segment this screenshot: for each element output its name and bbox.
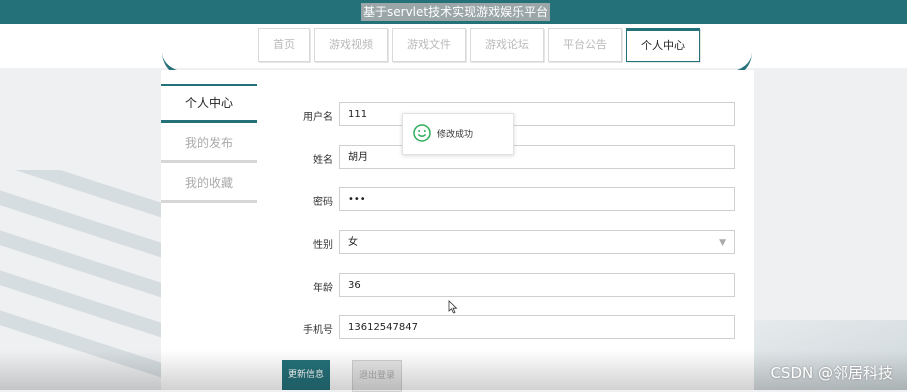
success-toast: 修改成功 [402,113,514,155]
gender-label: 性别 [313,240,333,251]
mouse-cursor-icon [448,300,458,314]
phone-label: 手机号 [303,325,333,336]
phone-field[interactable]: 13612547847 [339,315,735,339]
top-bar: 基于servlet技术实现游戏娱乐平台 [0,0,907,24]
nav-tab-announcements[interactable]: 平台公告 [548,28,622,62]
age-row: 年龄 36 [295,273,737,299]
site-title: 基于servlet技术实现游戏娱乐平台 [361,3,551,21]
sidebar-item-personal-center[interactable]: 个人中心 [161,84,257,123]
name-row: 姓名 胡月 [295,145,737,171]
sidebar-item-my-posts[interactable]: 我的发布 [161,126,257,163]
chevron-down-icon: ▼ [719,238,726,248]
nav-tab-personal-center[interactable]: 个人中心 [626,28,700,62]
logout-button[interactable]: 退出登录 [352,360,403,392]
phone-row: 手机号 13612547847 [295,315,737,341]
main-nav: 首页 游戏视频 游戏文件 游戏论坛 平台公告 个人中心 [258,28,700,62]
name-label: 姓名 [313,155,333,166]
sidebar-menu: 个人中心 我的发布 我的收藏 [161,84,257,206]
password-row: 密码 ••• [295,187,737,213]
username-label: 用户名 [303,112,333,123]
smile-icon [413,124,431,142]
password-label: 密码 [313,197,333,208]
sidebar-item-my-favorites[interactable]: 我的收藏 [161,166,257,203]
nav-tab-game-files[interactable]: 游戏文件 [392,28,466,62]
watermark-text: CSDN @邻居科技 [770,364,893,382]
nav-tab-home[interactable]: 首页 [258,28,310,62]
gender-value: 女 [348,237,358,248]
password-field[interactable]: ••• [339,187,735,211]
age-field[interactable]: 36 [339,273,735,297]
toast-message: 修改成功 [437,130,474,140]
gender-select[interactable]: 女 ▼ [339,230,735,254]
name-field[interactable]: 胡月 [339,145,735,169]
age-label: 年龄 [313,283,333,294]
username-row: 用户名 111 [295,102,737,128]
update-info-button[interactable]: 更新信息 [282,360,331,390]
nav-tab-game-forum[interactable]: 游戏论坛 [470,28,544,62]
nav-tab-game-videos[interactable]: 游戏视频 [314,28,388,62]
gender-row: 性别 女 ▼ [295,230,737,256]
username-field[interactable]: 111 [339,102,735,126]
